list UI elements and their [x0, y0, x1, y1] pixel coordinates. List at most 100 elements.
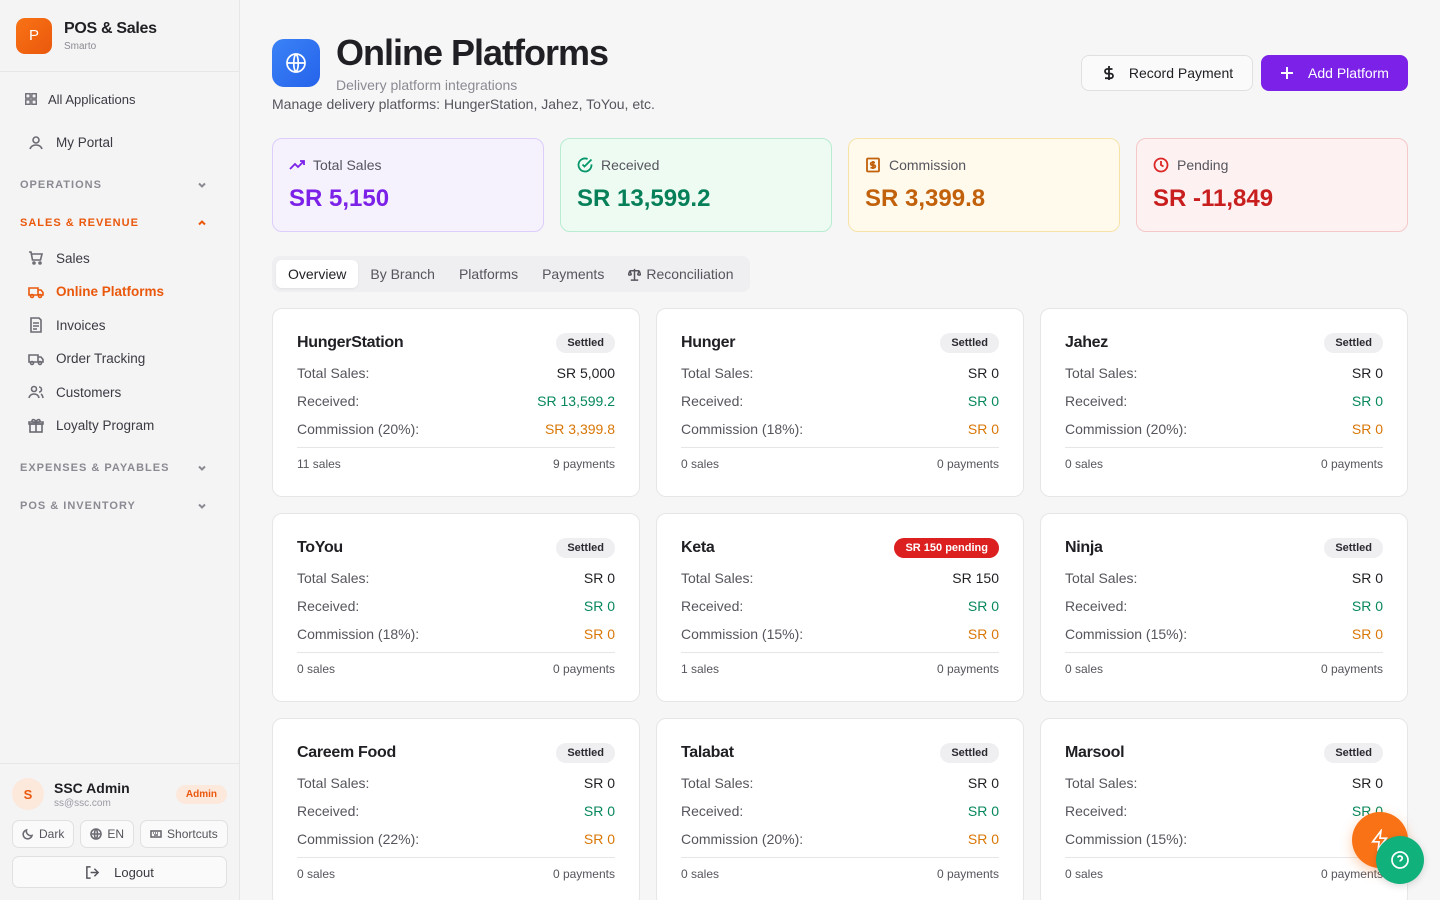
record-payment-label: Record Payment	[1128, 65, 1234, 81]
sidebar-item-my-portal[interactable]: My Portal	[12, 126, 227, 160]
row-label: Commission (15%):	[1065, 626, 1188, 642]
theme-toggle[interactable]: Dark	[12, 820, 75, 848]
truck-icon	[28, 353, 44, 366]
chevron-up-icon	[198, 219, 206, 225]
language-toggle[interactable]: EN	[80, 820, 135, 848]
section-pos-inventory[interactable]: POS & INVENTORY	[12, 487, 227, 525]
section-label: POS & INVENTORY	[20, 499, 136, 512]
received-value: SR 0	[967, 803, 999, 819]
platform-card[interactable]: ToYou Settled Total Sales: SR 0 Received…	[272, 513, 640, 702]
sidebar-item-sales[interactable]: Sales	[12, 242, 227, 276]
plus-icon	[1281, 67, 1294, 79]
platform-name: Ninja	[1065, 539, 1103, 556]
row-label: Total Sales:	[681, 570, 754, 586]
row-label: Received:	[1065, 393, 1128, 409]
section-operations[interactable]: OPERATIONS	[12, 166, 227, 204]
total-sales-value: SR 0	[583, 775, 615, 791]
sales-count: 0 sales	[297, 867, 336, 881]
tab-label: Reconciliation	[646, 266, 734, 282]
payments-count: 0 payments	[936, 662, 999, 676]
payments-count: 0 payments	[936, 867, 999, 881]
platform-name: Keta	[681, 539, 715, 556]
shortcuts-button[interactable]: Shortcuts	[140, 820, 228, 848]
logout-icon	[86, 865, 100, 879]
platform-card[interactable]: Ninja Settled Total Sales: SR 0 Received…	[1040, 513, 1408, 702]
row-label: Received:	[1065, 803, 1128, 819]
trending-up-icon	[289, 160, 305, 170]
tab-overview[interactable]: Overview	[276, 260, 359, 288]
sidebar-item-order-tracking[interactable]: Order Tracking	[12, 342, 227, 376]
received-row: Received: SR 0	[681, 797, 999, 825]
platform-name: HungerStation	[297, 334, 404, 351]
received-row: Received: SR 0	[297, 592, 615, 620]
row-label: Received:	[297, 803, 360, 819]
stat-commission: Commission SR 3,399.8	[848, 138, 1120, 232]
sales-count: 0 sales	[681, 867, 720, 881]
received-row: Received: SR 0	[681, 387, 999, 415]
sales-count: 0 sales	[681, 457, 720, 471]
sidebar-item-label: Sales	[56, 250, 90, 266]
platform-grid: HungerStation Settled Total Sales: SR 5,…	[272, 308, 1408, 900]
commission-row: Commission (15%): SR 0	[681, 620, 999, 648]
sidebar-item-online-platforms[interactable]: Online Platforms	[12, 275, 227, 309]
received-value: SR 0	[583, 803, 615, 819]
sidebar-item-loyalty-program[interactable]: Loyalty Program	[12, 409, 227, 443]
add-platform-button[interactable]: Add Platform	[1261, 55, 1408, 91]
platform-name: ToYou	[297, 539, 343, 556]
stat-received: Received SR 13,599.2	[560, 138, 832, 232]
sidebar-item-customers[interactable]: Customers	[12, 376, 227, 410]
row-label: Total Sales:	[1065, 775, 1138, 791]
status-badge: Settled	[940, 333, 999, 353]
platform-card[interactable]: Keta SR 150 pending Total Sales: SR 150 …	[656, 513, 1024, 702]
total-sales-row: Total Sales: SR 0	[681, 769, 999, 797]
platform-card[interactable]: Jahez Settled Total Sales: SR 0 Received…	[1040, 308, 1408, 497]
platform-name: Hunger	[681, 334, 736, 351]
payments-count: 0 payments	[936, 457, 999, 471]
help-button[interactable]	[1376, 836, 1424, 884]
chevron-down-icon	[198, 182, 206, 188]
payments-count: 0 payments	[1320, 662, 1383, 676]
user-email: ss@ssc.com	[54, 797, 111, 809]
total-sales-row: Total Sales: SR 5,000	[297, 359, 615, 387]
platform-card[interactable]: HungerStation Settled Total Sales: SR 5,…	[272, 308, 640, 497]
logout-label: Logout	[114, 864, 154, 880]
status-badge: Settled	[556, 538, 615, 558]
row-label: Total Sales:	[1065, 365, 1138, 381]
received-value: SR 0	[967, 393, 999, 409]
brand[interactable]: P POS & Sales Smarto	[0, 0, 239, 72]
sidebar-item-invoices[interactable]: Invoices	[12, 309, 227, 343]
sidebar-item-all-applications[interactable]: All Applications	[12, 84, 227, 114]
tab-by-branch[interactable]: By Branch	[358, 260, 447, 288]
platform-card[interactable]: Talabat Settled Total Sales: SR 0 Receiv…	[656, 718, 1024, 900]
platform-card[interactable]: Hunger Settled Total Sales: SR 0 Receive…	[656, 308, 1024, 497]
received-row: Received: SR 0	[297, 797, 615, 825]
row-label: Commission (20%):	[1065, 421, 1188, 437]
record-payment-button[interactable]: Record Payment	[1081, 55, 1253, 91]
payments-count: 9 payments	[552, 457, 615, 471]
tab-platforms[interactable]: Platforms	[447, 260, 530, 288]
tab-payments[interactable]: Payments	[530, 260, 616, 288]
page-header: Online Platforms Delivery platform integ…	[272, 0, 1408, 130]
logout-button[interactable]: Logout	[12, 856, 227, 888]
platform-card[interactable]: Careem Food Settled Total Sales: SR 0 Re…	[272, 718, 640, 900]
sidebar-nav: All Applications My Portal OPERATIONS SA…	[0, 72, 239, 525]
grid-icon	[25, 93, 37, 105]
sidebar-item-label: Loyalty Program	[56, 418, 155, 434]
card-footer: 0 sales 0 payments	[297, 652, 615, 676]
section-sales-revenue[interactable]: SALES & REVENUE	[12, 204, 227, 242]
section-label: EXPENSES & PAYABLES	[20, 461, 170, 474]
chevron-down-icon	[198, 465, 206, 471]
status-badge: Settled	[1324, 538, 1383, 558]
stat-pending: Pending SR -11,849	[1136, 138, 1408, 232]
total-sales-value: SR 0	[967, 775, 999, 791]
stat-value: SR 13,599.2	[577, 185, 711, 212]
platform-card[interactable]: Marsool Settled Total Sales: SR 0 Receiv…	[1040, 718, 1408, 900]
app-logo: P	[16, 17, 52, 54]
tab-reconciliation[interactable]: Reconciliation	[616, 260, 745, 288]
user-profile[interactable]: S SSC Admin ss@ssc.com Admin	[12, 776, 227, 812]
row-label: Commission (15%):	[681, 626, 804, 642]
cart-icon	[29, 251, 44, 266]
sales-count: 0 sales	[297, 662, 336, 676]
section-expenses-payables[interactable]: EXPENSES & PAYABLES	[12, 449, 227, 487]
total-sales-row: Total Sales: SR 0	[297, 564, 615, 592]
